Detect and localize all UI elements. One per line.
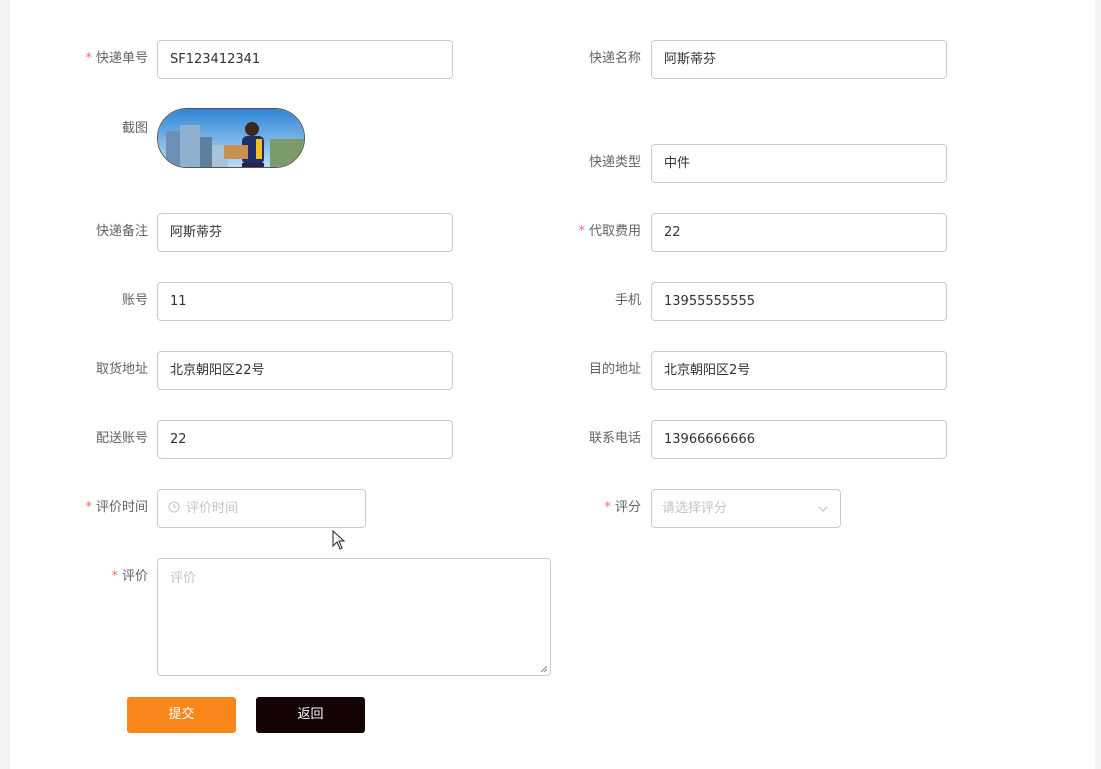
required-mark: * (85, 500, 92, 515)
label-courier-name: 快递名称 (588, 51, 641, 66)
fee-input[interactable]: 22 (651, 213, 947, 252)
required-mark: * (604, 500, 611, 515)
label-phone: 手机 (614, 293, 641, 308)
label-review: * 评价 (111, 569, 148, 584)
label-pickup-address: 取货地址 (95, 362, 148, 377)
screenshot-image[interactable] (157, 108, 305, 168)
rating-placeholder: 请选择评分 (662, 501, 728, 516)
label-fee: * 代取费用 (578, 224, 641, 239)
review-textarea[interactable]: 评价 (157, 558, 551, 676)
destination-input[interactable]: 北京朝阳区2号 (651, 351, 947, 390)
account-input[interactable]: 11 (157, 282, 453, 321)
required-mark: * (578, 224, 585, 239)
courier-name-input[interactable]: 阿斯蒂芬 (651, 40, 947, 79)
chevron-down-icon (818, 506, 828, 512)
required-mark: * (111, 569, 118, 584)
courier-photo (158, 109, 304, 167)
form-card: * 快递单号 SF123412341 快递名称 阿斯蒂芬 截图 快递类型 中件 … (10, 0, 1095, 769)
label-destination: 目的地址 (588, 362, 641, 377)
submit-button[interactable]: 提交 (127, 697, 236, 733)
contact-phone-input[interactable]: 13966666666 (651, 420, 947, 459)
pickup-address-input[interactable]: 北京朝阳区22号 (157, 351, 453, 390)
label-delivery-account: 配送账号 (95, 431, 148, 446)
label-account: 账号 (121, 293, 148, 308)
delivery-account-input[interactable]: 22 (157, 420, 453, 459)
required-mark: * (85, 51, 92, 66)
phone-input[interactable]: 13955555555 (651, 282, 947, 321)
review-placeholder: 评价 (170, 571, 197, 586)
mouse-pointer-icon (332, 530, 346, 550)
resize-handle-icon[interactable] (540, 665, 548, 673)
back-button[interactable]: 返回 (256, 697, 365, 733)
label-review-time: * 评价时间 (85, 500, 148, 515)
tracking-no-input[interactable]: SF123412341 (157, 40, 453, 79)
courier-type-input[interactable]: 中件 (651, 144, 947, 183)
label-courier-type: 快递类型 (588, 155, 641, 170)
clock-icon (168, 501, 180, 513)
label-contact-phone: 联系电话 (588, 431, 641, 446)
remark-input[interactable]: 阿斯蒂芬 (157, 213, 453, 252)
rating-select[interactable]: 请选择评分 (651, 489, 841, 528)
label-tracking-no: * 快递单号 (85, 51, 148, 66)
label-remark: 快递备注 (95, 224, 148, 239)
review-time-picker[interactable]: 评价时间 (157, 489, 366, 528)
label-rating: * 评分 (604, 500, 641, 515)
review-time-placeholder: 评价时间 (186, 501, 239, 516)
label-screenshot: 截图 (121, 121, 148, 136)
